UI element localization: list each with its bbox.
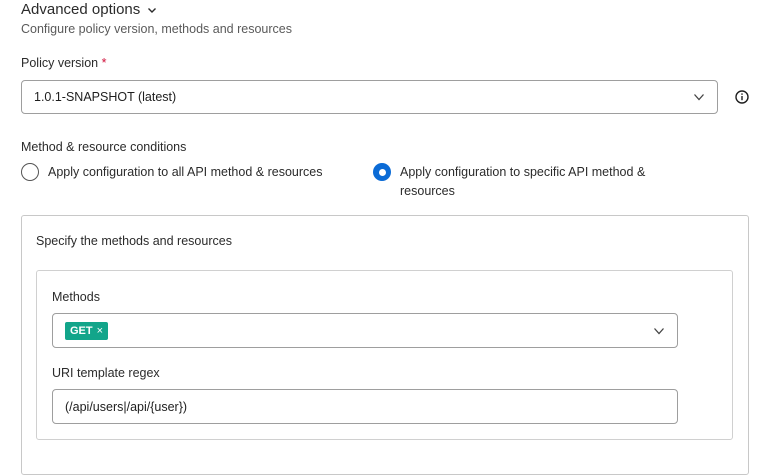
chevron-down-icon [694, 94, 704, 101]
chevron-down-icon [148, 8, 157, 13]
radio-button-checked[interactable] [373, 163, 391, 181]
advanced-options-toggle[interactable]: Advanced options [21, 0, 158, 20]
policy-version-label: Policy version * [21, 55, 106, 71]
policy-version-value: 1.0.1-SNAPSHOT (latest) [34, 90, 177, 104]
method-resource-label: Method & resource conditions [21, 140, 187, 154]
radio-button-unchecked[interactable] [21, 163, 39, 181]
advanced-options-subtitle: Configure policy version, methods and re… [21, 22, 292, 36]
required-marker: * [101, 56, 107, 70]
radio-all-methods[interactable]: Apply configuration to all API method & … [21, 163, 351, 182]
method-chip-label: GET [70, 324, 93, 337]
methods-label: Methods [52, 290, 100, 304]
radio-specific-methods-label: Apply configuration to specific API meth… [400, 165, 646, 198]
uri-template-value: (/api/users|/api/{user}) [65, 399, 188, 414]
info-icon[interactable] [735, 90, 749, 104]
radio-all-methods-label: Apply configuration to all API method & … [48, 165, 323, 179]
policy-version-select[interactable]: 1.0.1-SNAPSHOT (latest) [21, 80, 718, 114]
policy-version-label-text: Policy version [21, 56, 99, 70]
specify-panel-title: Specify the methods and resources [36, 234, 232, 248]
radio-specific-methods[interactable]: Apply configuration to specific API meth… [373, 163, 673, 201]
uri-template-input[interactable]: (/api/users|/api/{user}) [52, 389, 678, 424]
chevron-down-icon [654, 327, 664, 334]
methods-multiselect[interactable]: GET × [52, 313, 678, 348]
advanced-options-title: Advanced options [21, 1, 141, 18]
uri-template-label: URI template regex [52, 366, 160, 380]
method-chip-get: GET × [65, 321, 109, 340]
chip-remove-icon[interactable]: × [97, 325, 103, 337]
